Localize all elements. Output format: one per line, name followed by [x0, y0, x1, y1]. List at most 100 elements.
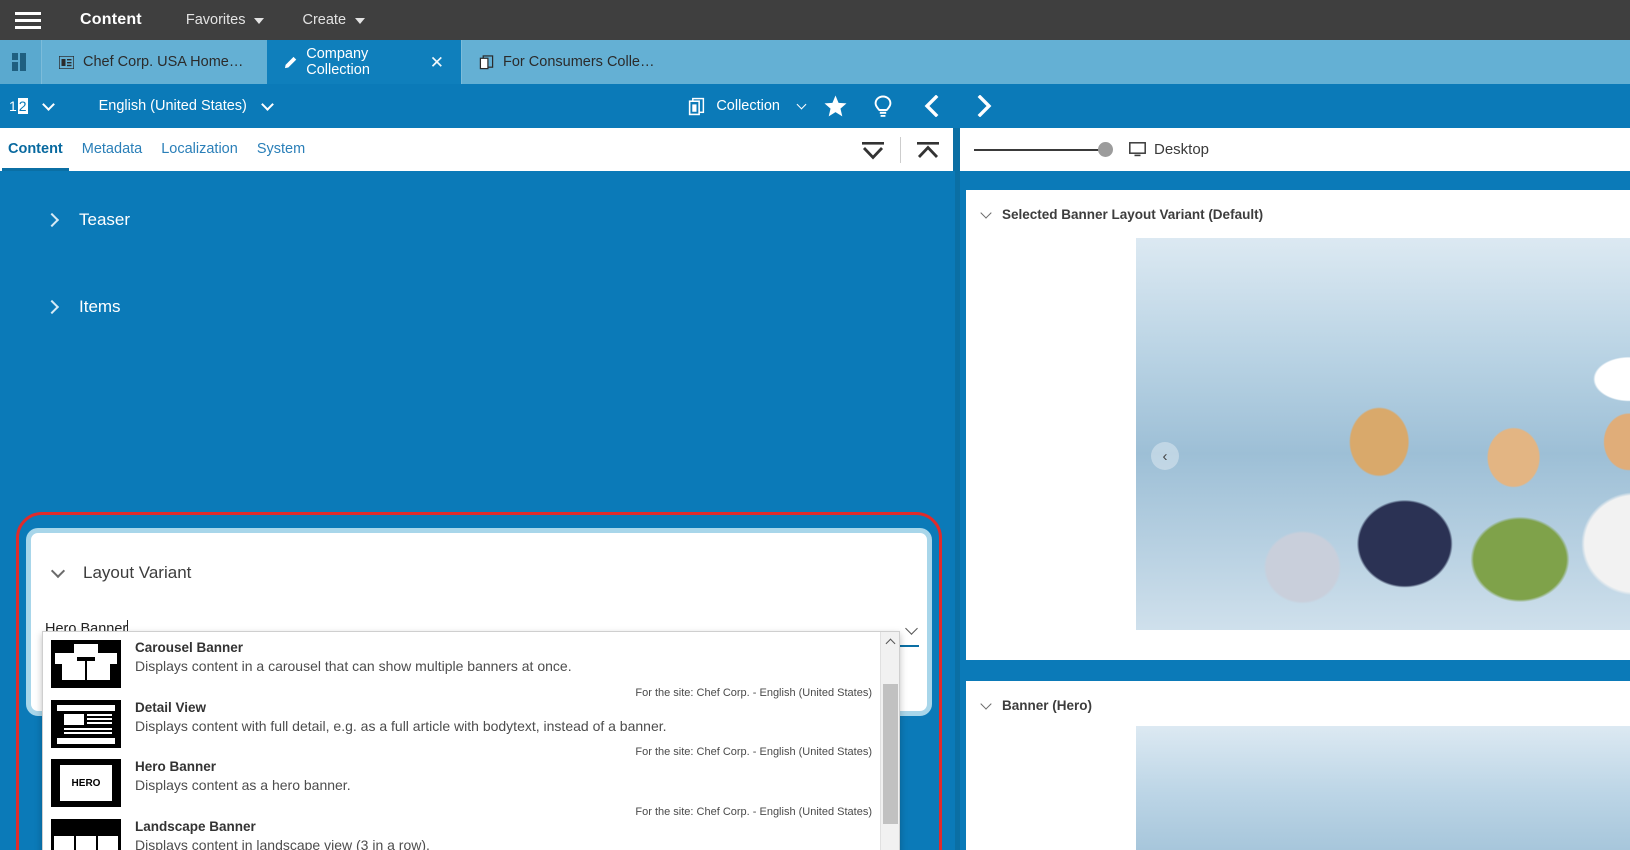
expand-all-icon[interactable] — [846, 128, 900, 171]
tab-content[interactable]: Content — [8, 128, 63, 171]
scroll-up-icon[interactable] — [881, 632, 900, 651]
section-label: Layout Variant — [83, 563, 191, 583]
preview-toolbar: Desktop — [960, 128, 1630, 171]
dropdown-scrollbar[interactable] — [880, 632, 899, 850]
hero-banner-preview-image — [1136, 238, 1630, 630]
chevron-left-icon[interactable] — [907, 84, 955, 128]
device-indicator: Desktop — [1129, 141, 1209, 158]
tab-label: Chef Corp. USA Home… — [83, 54, 243, 70]
slider-knob[interactable] — [1098, 142, 1113, 157]
tab-localization[interactable]: Localization — [161, 128, 238, 171]
tab-system[interactable]: System — [257, 128, 305, 171]
preview-pane: Selected Banner Layout Variant (Default)… — [960, 171, 1630, 850]
chevron-right-icon — [45, 213, 59, 227]
preview-toolbar-blue — [960, 84, 1630, 128]
tab-for-consumers-collection[interactable]: For Consumers Colle… — [461, 40, 691, 84]
hero-banner-icon: HERO — [51, 759, 121, 807]
layout-variant-dropdown[interactable]: Carousel Banner Displays content in a ca… — [42, 631, 900, 850]
page-icon — [59, 56, 74, 69]
chevron-down-icon — [980, 207, 991, 218]
chevron-down-icon — [797, 99, 807, 109]
star-icon[interactable] — [811, 84, 859, 128]
dropdown-item-carousel-banner[interactable]: Carousel Banner Displays content in a ca… — [43, 632, 880, 692]
tab-metadata[interactable]: Metadata — [82, 128, 142, 171]
chevron-down-icon — [51, 563, 65, 577]
item-title: Landscape Banner — [135, 818, 880, 835]
lightbulb-icon[interactable] — [859, 84, 907, 128]
section-teaser[interactable]: Teaser — [0, 210, 130, 230]
preview-card-label: Banner (Hero) — [1002, 698, 1092, 713]
pencil-icon — [284, 55, 297, 70]
banner-hero-preview-image — [1136, 726, 1630, 850]
chevron-down-icon — [254, 18, 264, 24]
create-label: Create — [302, 12, 346, 28]
item-description: Displays content with full detail, e.g. … — [135, 716, 880, 736]
slider-track — [974, 149, 1104, 151]
chevron-right-icon — [45, 300, 59, 314]
preview-card-selected-variant: Selected Banner Layout Variant (Default)… — [966, 190, 1630, 660]
item-title: Carousel Banner — [135, 639, 880, 656]
tab-company-collection[interactable]: Company Collection ✕ — [267, 40, 461, 84]
chevron-down-icon — [980, 698, 991, 709]
hamburger-icon[interactable] — [0, 0, 56, 40]
device-label: Desktop — [1154, 141, 1209, 158]
section-layout-variant[interactable]: Layout Variant — [31, 533, 927, 583]
favorites-menu[interactable]: Favorites — [186, 12, 265, 28]
preview-card-header[interactable]: Selected Banner Layout Variant (Default) — [966, 190, 1630, 222]
dashboard-icon[interactable] — [0, 40, 41, 84]
collection-icon — [687, 97, 706, 116]
chevron-down-icon — [42, 98, 55, 111]
item-description: Displays content in landscape view (3 in… — [135, 835, 880, 850]
language-label: English (United States) — [99, 98, 247, 114]
form-tab-label: Content — [8, 141, 63, 157]
scrollbar-thumb[interactable] — [883, 684, 898, 824]
favorites-label: Favorites — [186, 12, 246, 28]
item-description: Displays content in a carousel that can … — [135, 656, 880, 676]
language-selector[interactable]: English (United States) — [99, 98, 272, 114]
form-tab-label: Metadata — [82, 141, 142, 157]
top-bar: Content Favorites Create — [0, 0, 1630, 40]
viewport-size-slider[interactable] — [974, 142, 1113, 157]
detail-view-icon — [51, 700, 121, 748]
editor-toolbar: 12 English (United States) Collection — [0, 84, 955, 128]
form-tab-label: Localization — [161, 141, 238, 157]
item-description: Displays content as a hero banner. — [135, 775, 880, 795]
carousel-prev-icon[interactable]: ‹ — [1151, 442, 1179, 470]
dropdown-list: Carousel Banner Displays content in a ca… — [43, 632, 880, 850]
tab-label: For Consumers Colle… — [503, 54, 655, 70]
chevron-down-icon[interactable] — [905, 622, 918, 635]
collection-type-selector[interactable]: Collection — [687, 84, 811, 128]
version-selector[interactable]: 12 — [8, 98, 53, 114]
collapse-all-icon[interactable] — [901, 128, 955, 171]
tab-strip: Chef Corp. USA Home… Company Collection … — [0, 40, 1630, 84]
preview-card-header[interactable]: Banner (Hero) — [966, 681, 1630, 713]
chevron-right-icon[interactable] — [960, 84, 1010, 128]
landscape-banner-icon — [51, 819, 121, 850]
close-icon[interactable]: ✕ — [430, 54, 444, 71]
section-label: Items — [79, 297, 121, 317]
tab-label: Company Collection — [306, 46, 421, 78]
dropdown-item-detail-view[interactable]: Detail View Displays content with full d… — [43, 692, 880, 752]
item-title: Hero Banner — [135, 758, 880, 775]
dropdown-item-landscape-banner[interactable]: Landscape Banner Displays content in lan… — [43, 811, 880, 850]
monitor-icon — [1129, 142, 1146, 157]
create-menu[interactable]: Create — [302, 12, 365, 28]
hero-icon-text: HERO — [51, 759, 121, 807]
preview-card-banner-hero: Banner (Hero) — [966, 681, 1630, 850]
collection-icon — [479, 55, 494, 70]
carousel-banner-icon — [51, 640, 121, 688]
chevron-down-icon — [261, 98, 274, 111]
collection-label: Collection — [716, 98, 780, 114]
form-tab-bar: Content Metadata Localization System — [0, 128, 955, 171]
section-label: Teaser — [79, 210, 130, 230]
content-form-pane: Teaser Items Layout Variant Hero Banner — [0, 171, 955, 850]
version-number: 12 — [8, 98, 28, 114]
tab-chef-corp-home[interactable]: Chef Corp. USA Home… — [41, 40, 267, 84]
page-title: Content — [80, 11, 142, 29]
dropdown-item-hero-banner[interactable]: HERO Hero Banner Displays content as a h… — [43, 751, 880, 811]
chevron-down-icon — [355, 18, 365, 24]
item-title: Detail View — [135, 699, 880, 716]
form-tab-label: System — [257, 141, 305, 157]
preview-card-label: Selected Banner Layout Variant (Default) — [1002, 207, 1263, 222]
section-items[interactable]: Items — [0, 297, 121, 317]
